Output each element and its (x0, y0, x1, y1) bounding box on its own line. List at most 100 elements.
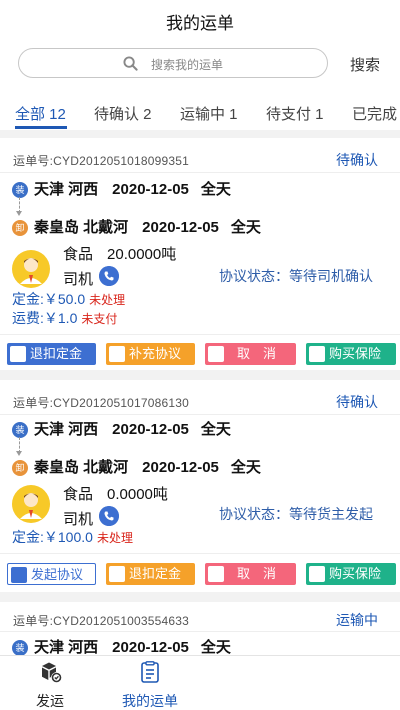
order-status: 待确认 (336, 152, 378, 168)
goods-weight: 0.0000吨 (107, 486, 168, 503)
driver-avatar (12, 485, 50, 523)
freight-status: 未支付 (81, 312, 118, 326)
freight-label: 运费: (12, 310, 44, 326)
document-icon (11, 567, 27, 583)
divider (0, 334, 400, 335)
nav-my-orders[interactable]: 我的运单 (105, 661, 195, 710)
driver-label: 司机 (63, 511, 94, 528)
deposit-amount: ￥100.0 (43, 529, 93, 545)
unload-date: 2020-12-05 (142, 459, 219, 476)
buy-insurance-button[interactable]: 购买保险 (306, 563, 396, 585)
insurance-icon (309, 346, 325, 362)
divider (0, 172, 400, 173)
load-time: 全天 (200, 421, 231, 438)
unload-place: 秦皇岛 北戴河 (34, 459, 129, 476)
deposit-label: 定金: (12, 529, 44, 545)
goods-name: 食品 (63, 246, 94, 263)
deposit-amount: ￥50.0 (43, 291, 86, 307)
buy-insurance-button[interactable]: 购买保险 (306, 343, 396, 365)
load-time: 全天 (200, 181, 231, 198)
unload-place: 秦皇岛 北戴河 (34, 219, 129, 236)
supplement-agreement-button[interactable]: 补充协议 (106, 343, 195, 365)
agreement-status: 协议状态：等待司机确认 (219, 268, 373, 284)
load-badge: 装 (12, 422, 28, 438)
insurance-icon (309, 566, 325, 582)
load-badge: 装 (12, 182, 28, 198)
close-icon (208, 566, 224, 582)
tab-in-transit[interactable]: 运输中 1 (180, 103, 238, 124)
freight-row: 运费:￥1.0 未支付 (12, 308, 117, 328)
deposit-status: 未处理 (96, 531, 133, 545)
unload-date: 2020-12-05 (142, 219, 219, 236)
nav-ship-label: 发运 (36, 693, 64, 709)
order-status: 运输中 (336, 612, 378, 628)
order-number: 运单号:CYD2012051018099351 (13, 154, 190, 168)
deposit-row: 定金:￥50.0 未处理 (12, 289, 125, 309)
load-place: 天津 河西 (34, 181, 99, 198)
goods-info: 食品 0.0000吨 (63, 483, 168, 504)
refund-icon (109, 566, 125, 582)
goods-info: 食品 20.0000吨 (63, 243, 176, 264)
active-tab-indicator (15, 126, 67, 129)
unload-badge: 卸 (12, 460, 28, 476)
load-route: 装天津 河西 2020-12-05 全天 (12, 418, 231, 439)
phone-icon[interactable] (99, 506, 119, 526)
tab-all[interactable]: 全部 12 (15, 103, 66, 124)
tab-completed[interactable]: 已完成 (352, 103, 397, 124)
unload-badge: 卸 (12, 220, 28, 236)
search-icon (123, 56, 138, 71)
search-placeholder: 搜索我的运单 (151, 58, 224, 72)
tab-pending-confirm[interactable]: 待确认 2 (94, 103, 152, 124)
load-place: 天津 河西 (34, 421, 99, 438)
page-title: 我的运单 (166, 14, 234, 33)
cancel-button[interactable]: 取 消 (205, 563, 296, 585)
load-route: 装天津 河西 2020-12-05 全天 (12, 178, 231, 199)
divider (0, 631, 400, 632)
order-card[interactable]: 运单号:CYD2012051003554633 运输中 装天津 河西 2020-1… (0, 602, 400, 655)
load-badge: 装 (12, 640, 28, 655)
load-place: 天津 河西 (34, 639, 99, 655)
nav-my-orders-label: 我的运单 (122, 693, 178, 709)
load-date: 2020-12-05 (112, 421, 189, 438)
load-date: 2020-12-05 (112, 639, 189, 655)
unload-time: 全天 (230, 219, 261, 236)
nav-ship[interactable]: 发运 (5, 661, 95, 710)
order-status: 待确认 (336, 394, 378, 410)
refund-deposit-button[interactable]: 退扣定金 (7, 343, 96, 365)
divider (0, 553, 400, 554)
unload-route: 卸秦皇岛 北戴河 2020-12-05 全天 (12, 216, 261, 237)
freight-amount: ￥1.0 (43, 310, 78, 326)
tab-pending-payment[interactable]: 待支付 1 (266, 103, 324, 124)
agreement-status: 协议状态：等待货主发起 (219, 506, 373, 522)
driver-avatar (12, 250, 50, 288)
page-header: 我的运单 搜索我的运单 搜索 全部 12 待确认 2 运输中 1 待支付 1 已… (0, 0, 400, 130)
unload-time: 全天 (230, 459, 261, 476)
refund-icon (10, 346, 26, 362)
edit-icon (109, 346, 125, 362)
search-input[interactable]: 搜索我的运单 (18, 48, 328, 78)
order-card[interactable]: 运单号:CYD2012051017086130 待确认 装天津 河西 2020-1… (0, 380, 400, 592)
goods-name: 食品 (63, 486, 94, 503)
driver-label: 司机 (63, 271, 94, 288)
divider (0, 414, 400, 415)
bottom-navigation: 发运 我的运单 (0, 655, 400, 710)
goods-weight: 20.0000吨 (107, 246, 177, 263)
deposit-row: 定金:￥100.0 未处理 (12, 527, 133, 547)
cancel-button[interactable]: 取 消 (205, 343, 296, 365)
load-date: 2020-12-05 (112, 181, 189, 198)
deposit-status: 未处理 (89, 293, 126, 307)
initiate-agreement-button[interactable]: 发起协议 (7, 563, 96, 585)
order-card[interactable]: 运单号:CYD2012051018099351 待确认 装天津 河西 2020-1… (0, 138, 400, 370)
document-list-icon (141, 661, 159, 683)
deposit-label: 定金: (12, 291, 44, 307)
order-number: 运单号:CYD2012051017086130 (13, 396, 190, 410)
refund-deposit-button[interactable]: 退扣定金 (106, 563, 195, 585)
status-tabs: 全部 12 待确认 2 运输中 1 待支付 1 已完成 (0, 92, 400, 130)
load-route: 装天津 河西 2020-12-05 全天 (12, 636, 231, 655)
unload-route: 卸秦皇岛 北戴河 2020-12-05 全天 (12, 456, 261, 477)
load-time: 全天 (200, 639, 231, 655)
search-button[interactable]: 搜索 (350, 54, 380, 75)
shipping-box-icon (42, 662, 62, 683)
order-number: 运单号:CYD2012051003554633 (13, 614, 190, 628)
phone-icon[interactable] (99, 266, 119, 286)
